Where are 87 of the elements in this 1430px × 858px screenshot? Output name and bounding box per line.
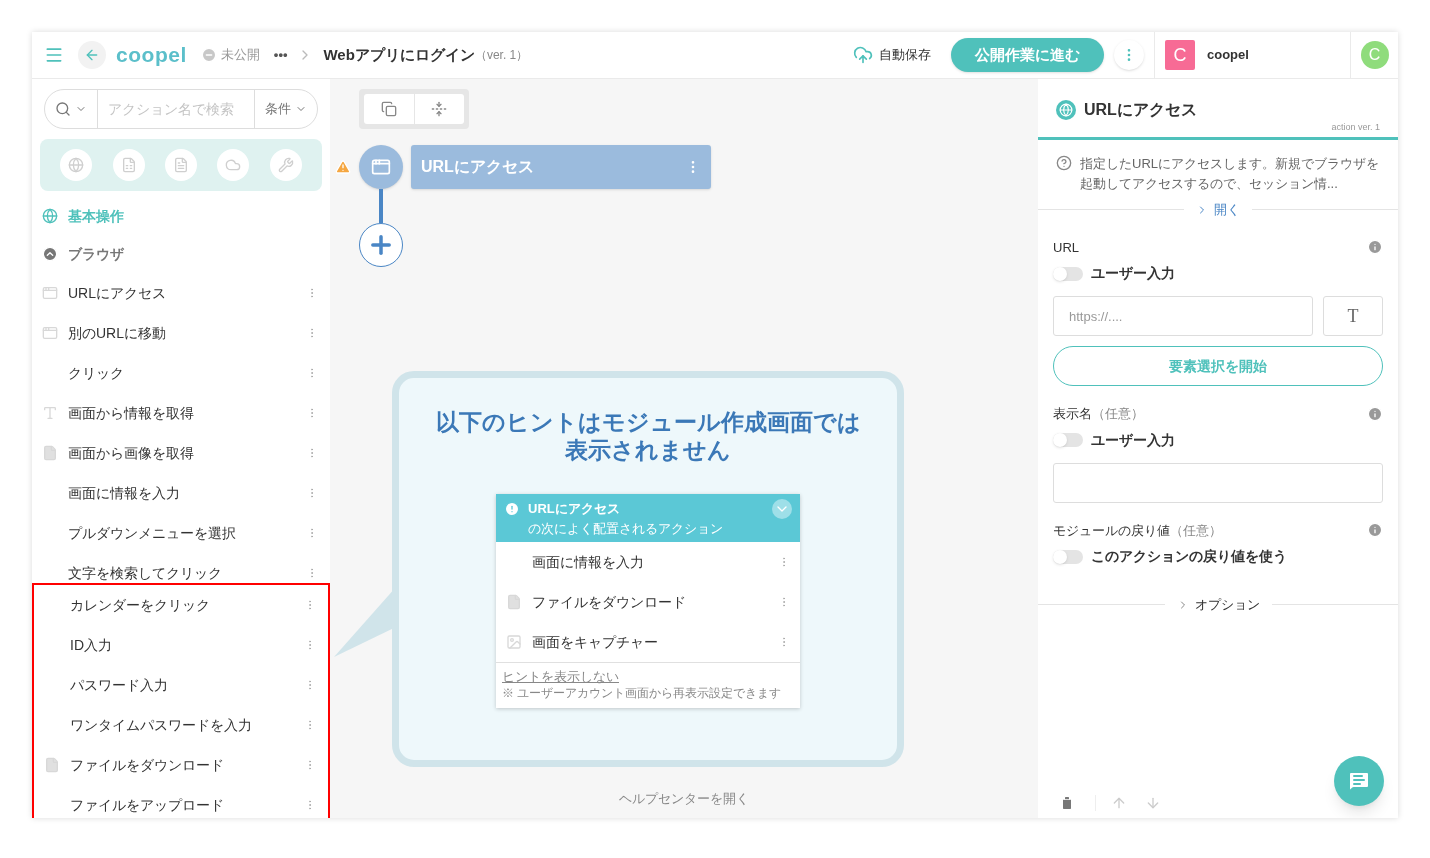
options-toggle[interactable]: オプション	[1164, 595, 1272, 615]
text-type-button[interactable]: T	[1323, 296, 1383, 336]
info-icon	[1367, 239, 1383, 256]
group-header[interactable]: ブラウザ	[32, 235, 330, 273]
section-heading: 基本操作	[68, 206, 124, 226]
collapse-vertical-icon	[431, 101, 448, 117]
unpublished-icon	[200, 47, 217, 63]
category-button[interactable]	[217, 149, 250, 181]
globe-icon	[42, 208, 58, 224]
category-button[interactable]	[164, 149, 197, 181]
browser-window-icon	[371, 157, 391, 177]
info-icon	[1367, 522, 1383, 539]
search-icon[interactable]	[55, 101, 71, 117]
suggested-action[interactable]: 画面をキャプチャー	[496, 622, 800, 662]
category-button[interactable]	[269, 149, 302, 181]
collapse-icon[interactable]	[42, 246, 58, 262]
field-label: 表示名（任意）	[1053, 405, 1144, 423]
card-title: URLにアクセス	[528, 500, 621, 518]
action-list-item[interactable]: 画面に情報を入力	[32, 473, 330, 513]
action-list-item[interactable]: ワンタイムパスワードを入力	[34, 705, 328, 745]
cloud-icon	[225, 157, 242, 173]
action-list-item[interactable]: ファイルをアップロード	[34, 785, 328, 818]
toggle-label: ユーザー入力	[1091, 430, 1175, 450]
chat-button[interactable]	[1334, 756, 1384, 806]
info-icon	[1367, 405, 1383, 422]
action-list-item[interactable]: パスワード入力	[34, 665, 328, 705]
condition-button[interactable]: 条件	[255, 99, 317, 119]
category-button[interactable]	[112, 149, 145, 181]
document-icon	[172, 157, 189, 173]
wrench-icon	[277, 157, 294, 173]
add-action-button[interactable]	[359, 223, 403, 267]
globe-icon	[68, 157, 85, 173]
logo: coopel	[116, 42, 187, 69]
help-icon	[1056, 155, 1072, 171]
module-title: Webアプリにログイン	[323, 44, 475, 65]
panel-title: URLにアクセス	[1084, 100, 1197, 120]
version-label: （ver. 1）	[474, 47, 529, 64]
action-version: action ver. 1	[1331, 121, 1380, 134]
expand-link[interactable]: 開く	[1184, 200, 1252, 220]
field-label: モジュールの戻り値（任意）	[1053, 521, 1222, 540]
hint-title: 以下のヒントはモジュール作成画面では表示されません	[434, 408, 862, 464]
file-icon	[506, 594, 522, 610]
account-name: coopel	[1207, 46, 1249, 65]
menu-icon[interactable]	[44, 45, 64, 65]
action-description: 指定したURLにアクセスします。新規でブラウザを起動してアクセスするので、セッション情...	[1080, 155, 1380, 193]
card-subtitle: の次によく配置されるアクション	[528, 519, 724, 538]
text-icon	[42, 405, 58, 421]
copy-icon	[380, 101, 397, 117]
action-list-item[interactable]: 別のURLに移動	[32, 313, 330, 353]
category-button[interactable]	[60, 149, 93, 181]
action-list-item[interactable]: クリック	[32, 353, 330, 393]
image-icon	[506, 634, 522, 650]
suggested-action[interactable]: ファイルをダウンロード	[496, 582, 800, 622]
hide-hints-link[interactable]: ヒントを表示しない	[502, 669, 794, 684]
toggle-label: ユーザー入力	[1091, 264, 1175, 283]
display-name-field[interactable]	[1053, 462, 1383, 503]
toggle-label: このアクションの戻り値を使う	[1091, 547, 1287, 566]
action-list-item[interactable]: プルダウンメニューを選択	[32, 513, 330, 553]
action-list-item[interactable]: 画面から情報を取得	[32, 393, 330, 433]
chevron-down-icon[interactable]	[772, 499, 792, 519]
back-button[interactable]	[78, 41, 106, 69]
browser-window-icon	[42, 285, 58, 301]
toggle-switch[interactable]	[1053, 433, 1083, 447]
status-label: 未公開	[220, 46, 260, 65]
url-field[interactable]: https://....	[1053, 296, 1313, 336]
toggle-switch[interactable]	[1053, 549, 1083, 564]
file-icon	[44, 757, 60, 773]
field-label: URL	[1053, 238, 1079, 257]
cloud-upload-icon	[853, 45, 873, 65]
alert-icon	[504, 501, 520, 517]
hint-note: ※ ユーザーアカウント画面から再表示設定できます	[502, 685, 783, 702]
help-center-link[interactable]: ヘルプセンターを開く	[619, 789, 749, 809]
action-list-item[interactable]: ID入力	[34, 625, 328, 665]
breadcrumb-more[interactable]: •••	[273, 45, 288, 65]
more-button[interactable]	[1114, 40, 1144, 70]
action-list-item[interactable]: URLにアクセス	[32, 273, 330, 313]
autosave-label: 自動保存	[879, 46, 931, 65]
account-avatar: C	[1165, 40, 1195, 70]
suggested-action[interactable]: 画面に情報を入力	[496, 542, 800, 582]
collapse-button[interactable]	[414, 94, 464, 124]
action-list-item[interactable]: 画面から画像を取得	[32, 433, 330, 473]
action-list-item[interactable]: ファイルをダウンロード	[34, 745, 328, 785]
toggle-switch[interactable]	[1053, 266, 1083, 281]
file-icon	[42, 445, 58, 461]
copy-button[interactable]	[364, 94, 415, 124]
spreadsheet-icon	[120, 157, 137, 173]
browser-window-icon	[42, 325, 58, 341]
